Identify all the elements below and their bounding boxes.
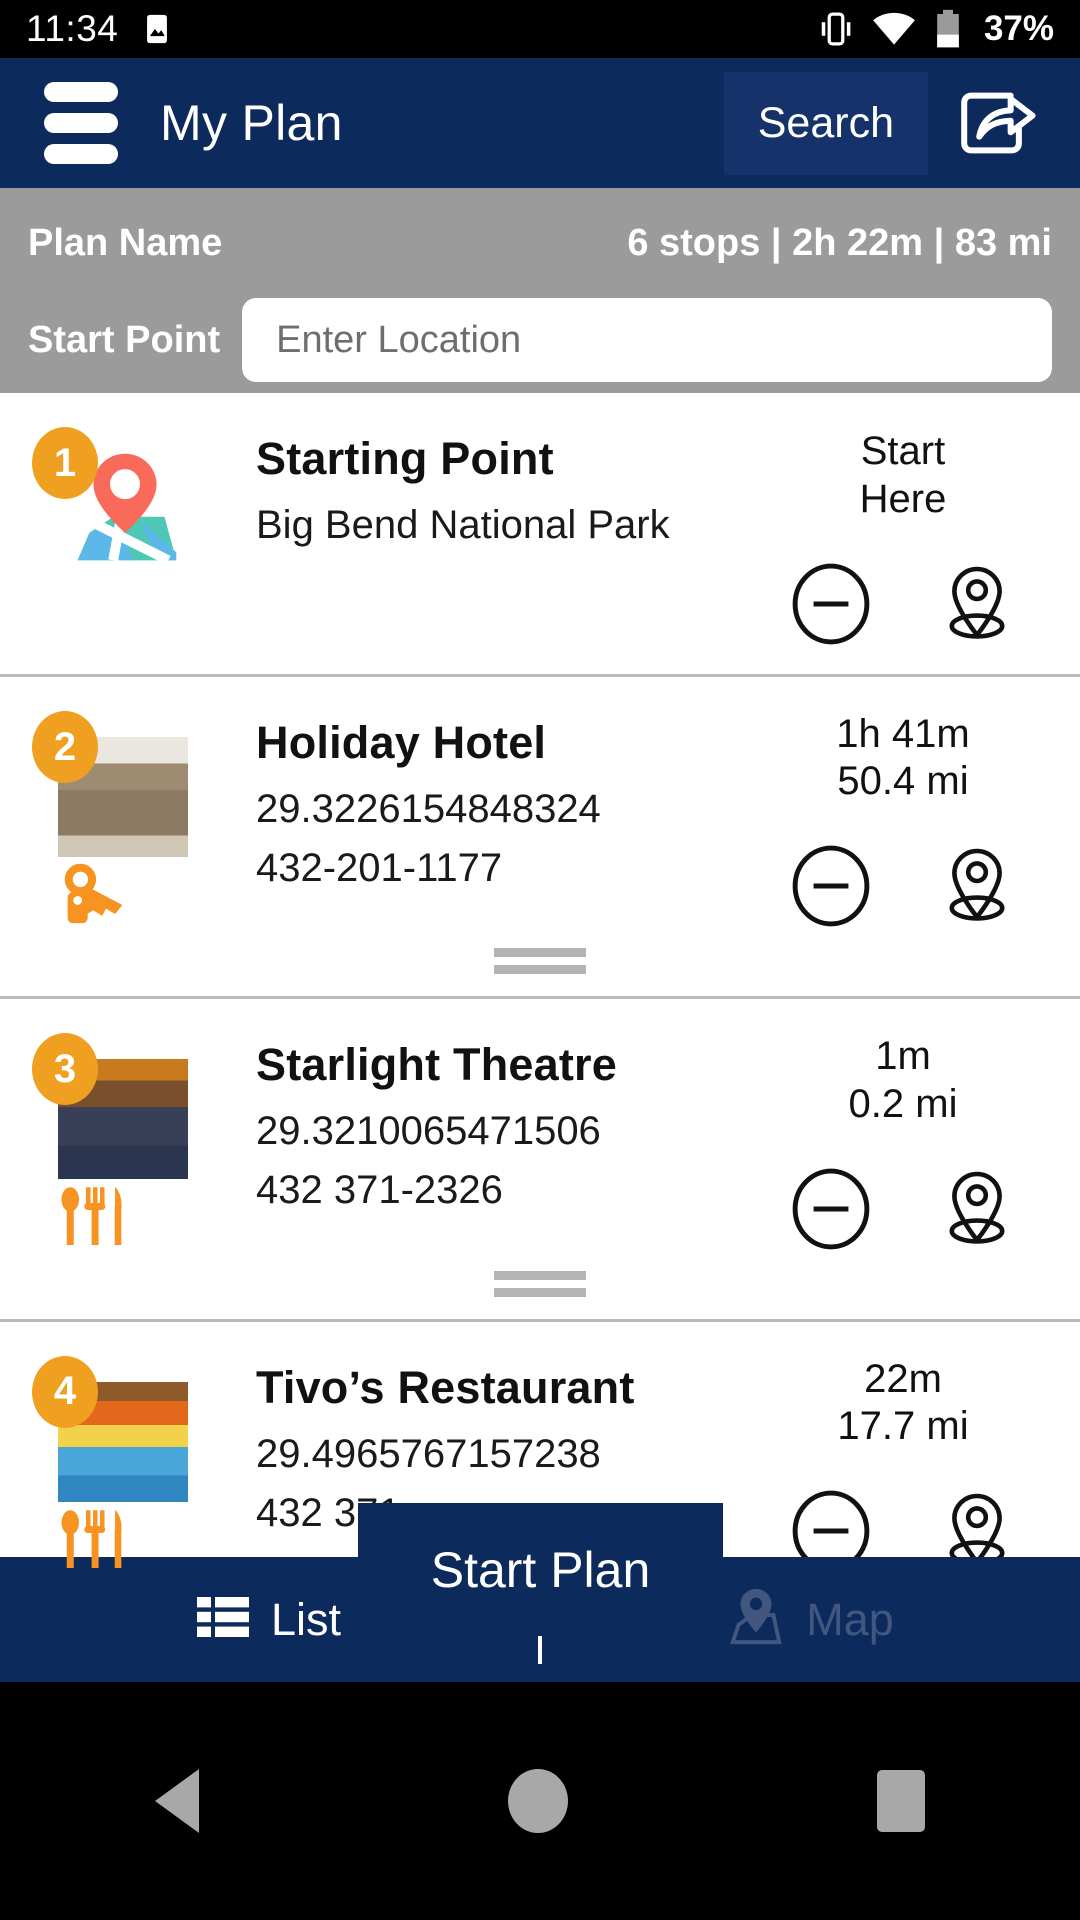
stop-info: Holiday Hotel 29.3226154848324 432-201-1… bbox=[230, 711, 760, 934]
hotel-key-icon bbox=[58, 863, 230, 930]
stop-eta: Start Here bbox=[760, 427, 1046, 523]
restaurant-cutlery-icon bbox=[58, 1508, 230, 1577]
stop-eta-distance: Here bbox=[859, 477, 947, 521]
stop-title: Starting Point bbox=[256, 433, 554, 484]
battery-percent: 37% bbox=[983, 9, 1054, 48]
stop-phone[interactable]: 432 371-2326 bbox=[256, 1168, 760, 1213]
restaurant-cutlery-icon bbox=[58, 1185, 230, 1254]
status-right-icons: 37% bbox=[818, 9, 1054, 49]
stop-title: Tivo’s Restaurant bbox=[256, 1361, 635, 1413]
stop-list[interactable]: 1 Starting Point Big Bend National Park … bbox=[0, 393, 1080, 1680]
stop-eta-distance: 0.2 mi bbox=[848, 1081, 958, 1126]
tab-map-label: Map bbox=[806, 1593, 894, 1645]
image-icon bbox=[147, 14, 168, 44]
map-pin-icon bbox=[728, 1586, 784, 1653]
stop-right-column: 22m 17.7 mi bbox=[760, 1356, 1080, 1579]
stop-coordinates: 29.3226154848324 bbox=[256, 787, 601, 831]
stop-number-badge: 1 bbox=[32, 427, 98, 499]
stop-number-badge: 2 bbox=[32, 711, 98, 783]
stop-coordinates: 29.3210065471506 bbox=[256, 1109, 601, 1154]
minus-circle-icon[interactable] bbox=[790, 1168, 872, 1257]
back-button[interactable] bbox=[154, 1769, 199, 1833]
start-location-input[interactable] bbox=[242, 298, 1052, 382]
start-plan-button[interactable]: Start Plan bbox=[358, 1503, 723, 1636]
stop-eta-time: 1h 41m bbox=[836, 712, 970, 756]
plan-name-label[interactable]: Plan Name bbox=[28, 222, 222, 265]
stop-number-badge: 3 bbox=[32, 1033, 98, 1106]
stop-eta-distance: 17.7 mi bbox=[837, 1403, 969, 1448]
status-bar: 11:34 37% bbox=[0, 0, 1080, 58]
wifi-icon bbox=[873, 12, 915, 45]
hamburger-menu-icon[interactable] bbox=[44, 82, 118, 164]
stop-info: Starlight Theatre 29.3210065471506 432 3… bbox=[230, 1033, 760, 1256]
app-bar: My Plan Search bbox=[0, 58, 1080, 188]
tab-list-label: List bbox=[270, 1593, 342, 1645]
share-icon[interactable] bbox=[956, 84, 1038, 162]
stop-eta-distance: 50.4 mi bbox=[837, 759, 969, 804]
battery-icon bbox=[937, 9, 959, 48]
map-pin-outline-icon[interactable] bbox=[938, 563, 1016, 652]
stop-number-badge: 4 bbox=[32, 1355, 98, 1428]
stop-thumbnail-column: 1 bbox=[0, 427, 230, 652]
stop-right-column: Start Here bbox=[760, 427, 1080, 652]
page-title: My Plan bbox=[160, 95, 343, 151]
stop-thumbnail-column: 4 bbox=[0, 1355, 230, 1579]
list-item[interactable]: 2 Holiday Hotel 29.3226154848324 432-201… bbox=[0, 674, 1080, 997]
start-point-label: Start Point bbox=[28, 318, 221, 361]
android-navigation-bar bbox=[0, 1682, 1080, 1920]
status-time: 11:34 bbox=[26, 8, 119, 49]
map-pin-outline-icon[interactable] bbox=[938, 845, 1016, 934]
stop-right-column: 1h 41m 50.4 mi bbox=[760, 711, 1080, 934]
search-button[interactable]: Search bbox=[723, 71, 928, 175]
stop-info: Starting Point Big Bend National Park bbox=[230, 427, 760, 652]
app-screen: 11:34 37% My Plan Search Plan Name 6 sto… bbox=[0, 0, 1080, 1920]
minus-circle-icon[interactable] bbox=[790, 845, 872, 934]
plan-stats: 6 stops | 2h 22m | 83 mi bbox=[627, 222, 1052, 264]
stop-coordinates: 29.4965767157238 bbox=[256, 1431, 601, 1476]
reorder-drag-handle[interactable] bbox=[0, 934, 1080, 996]
stop-right-column: 1m 0.2 mi bbox=[760, 1033, 1080, 1256]
start-point-row: Start Point bbox=[0, 298, 1080, 382]
stop-thumbnail-column: 3 bbox=[0, 1033, 230, 1256]
list-item[interactable]: 3 Starlight Theatre 29.3210065471506 432… bbox=[0, 996, 1080, 1319]
reorder-drag-handle[interactable] bbox=[0, 1257, 1080, 1319]
stop-title: Starlight Theatre bbox=[256, 1039, 617, 1091]
stop-eta-time: Start bbox=[860, 429, 946, 473]
recents-button[interactable] bbox=[877, 1770, 926, 1832]
list-item[interactable]: 1 Starting Point Big Bend National Park … bbox=[0, 393, 1080, 674]
stop-thumbnail-column: 2 bbox=[0, 711, 230, 934]
vibrate-icon bbox=[821, 12, 851, 46]
stop-subtitle: Big Bend National Park bbox=[256, 503, 670, 547]
status-left-icons bbox=[140, 12, 174, 46]
minus-circle-icon[interactable] bbox=[790, 563, 872, 652]
map-pin-outline-icon[interactable] bbox=[938, 1168, 1016, 1257]
stop-eta-time: 1m bbox=[875, 1034, 931, 1079]
stop-title: Holiday Hotel bbox=[256, 717, 547, 768]
plan-summary-row: Plan Name 6 stops | 2h 22m | 83 mi bbox=[0, 222, 1080, 265]
stop-eta-time: 22m bbox=[864, 1356, 942, 1401]
list-icon bbox=[196, 1593, 249, 1646]
stop-phone[interactable]: 432-201-1177 bbox=[256, 846, 760, 891]
home-button[interactable] bbox=[507, 1769, 568, 1833]
plan-info-bar: Plan Name 6 stops | 2h 22m | 83 mi Start… bbox=[0, 188, 1080, 393]
